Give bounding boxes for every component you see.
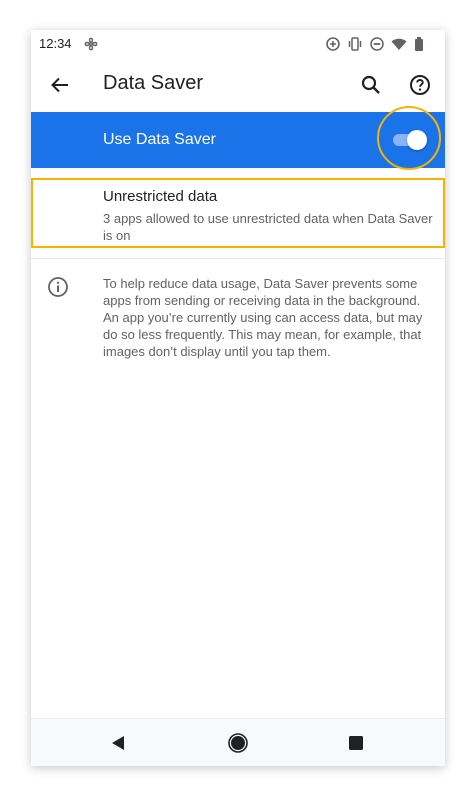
data-saver-description: To help reduce data usage, Data Saver pr… <box>103 276 423 359</box>
status-bar: 12:34 <box>31 30 445 58</box>
nav-recents-button[interactable] <box>344 731 368 755</box>
back-button[interactable] <box>43 68 77 102</box>
phone-screen: 12:34 Data Saver Use Data Saver Unrestri… <box>31 30 445 766</box>
help-circle-icon <box>410 75 430 95</box>
toggle-highlight-circle <box>377 106 441 170</box>
nav-home-icon <box>228 733 248 753</box>
search-button[interactable] <box>354 68 388 102</box>
data-saver-status-icon <box>326 37 340 51</box>
info-icon <box>48 277 68 297</box>
use-data-saver-label: Use Data Saver <box>103 131 216 148</box>
nav-recents-icon <box>349 736 363 750</box>
wifi-icon <box>391 38 407 50</box>
status-time: 12:34 <box>39 36 72 51</box>
battery-icon <box>415 37 423 51</box>
page-title: Data Saver <box>103 72 204 94</box>
search-icon <box>361 75 380 94</box>
unrestricted-data-summary: 3 apps allowed to use unrestricted data … <box>103 211 433 243</box>
divider <box>31 258 445 259</box>
unrestricted-data-title: Unrestricted data <box>103 188 218 205</box>
vibrate-icon <box>348 37 362 51</box>
arrow-left-icon <box>51 77 68 93</box>
fan-icon <box>84 37 98 51</box>
unrestricted-data-item[interactable]: Unrestricted data 3 apps allowed to use … <box>31 178 445 248</box>
nav-back-button[interactable] <box>106 731 130 755</box>
app-bar: Data Saver <box>31 58 445 112</box>
navigation-bar <box>31 718 445 766</box>
nav-home-button[interactable] <box>226 731 250 755</box>
help-button[interactable] <box>403 68 437 102</box>
nav-back-icon <box>112 736 124 750</box>
do-not-disturb-icon <box>370 37 384 51</box>
